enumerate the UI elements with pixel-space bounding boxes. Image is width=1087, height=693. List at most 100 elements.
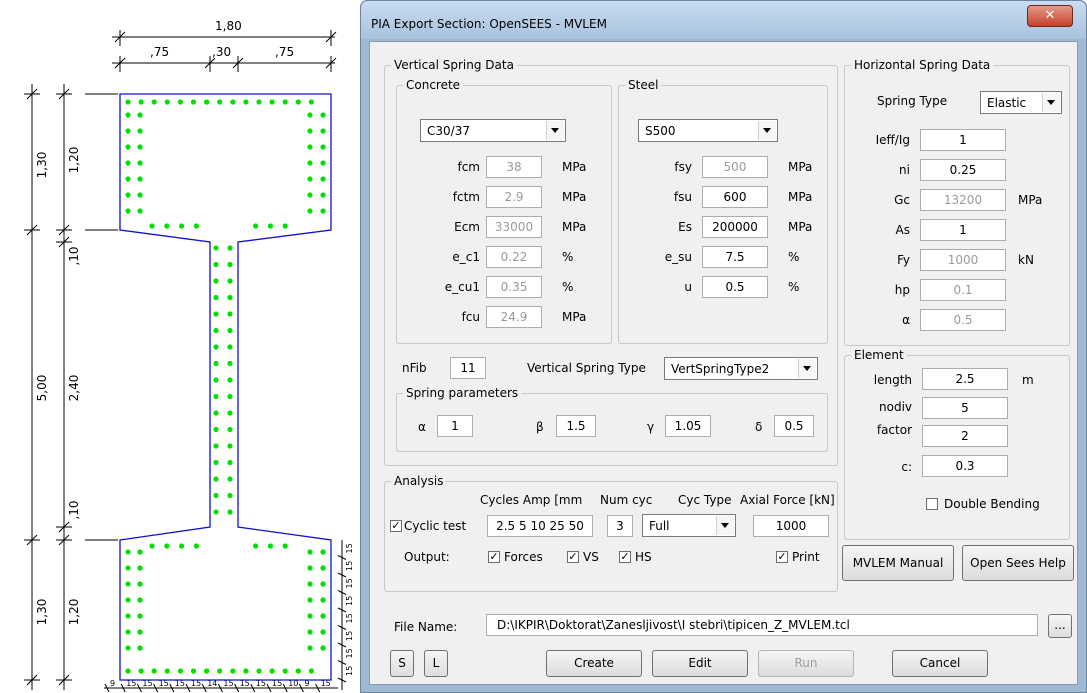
rebar-point	[307, 645, 313, 651]
concrete-rows-input[interactable]: 2.9	[486, 186, 542, 208]
beta-input[interactable]: 1.5	[556, 415, 596, 437]
file-name-input[interactable]: D:\IKPIR\Doktorat\Zanesljivost\I stebri\…	[486, 614, 1038, 636]
rebar-point	[137, 144, 143, 150]
concrete-rows-label: fctm	[452, 190, 480, 204]
rebar-point	[125, 192, 131, 198]
delta-input[interactable]: 0.5	[774, 415, 814, 437]
mvlem-manual-button[interactable]: MVLEM Manual	[842, 545, 954, 581]
close-button[interactable]: ✕	[1027, 5, 1073, 27]
alpha-input[interactable]: 1	[437, 415, 473, 437]
hor-rows-input[interactable]: 1000	[920, 249, 1006, 271]
forces-checkbox[interactable]: ✓	[488, 551, 500, 563]
print-checkbox[interactable]: ✓	[776, 551, 788, 563]
hor-rows-input[interactable]: 0.25	[920, 159, 1006, 181]
cancel-button[interactable]: Cancel	[892, 650, 988, 677]
length-unit: m	[1022, 373, 1034, 387]
rebar-point	[213, 344, 219, 350]
rebar-point	[243, 668, 249, 674]
rebar-point	[282, 668, 288, 674]
hor-rows-input[interactable]: 0.5	[920, 309, 1006, 331]
nfib-input[interactable]: 11	[450, 357, 486, 379]
c-input[interactable]: 0.3	[922, 455, 1008, 477]
run-button[interactable]: Run	[758, 650, 854, 677]
rebar-point	[125, 668, 131, 674]
concrete-rows-input[interactable]: 0.22	[486, 246, 542, 268]
browse-button[interactable]: ...	[1048, 614, 1072, 638]
opensees-help-button[interactable]: Open Sees Help	[962, 545, 1074, 581]
steel-rows-input[interactable]: 200000	[702, 216, 768, 238]
s-button[interactable]: S	[390, 650, 414, 677]
double-bending-checkbox[interactable]	[926, 498, 938, 510]
rebar-point	[308, 99, 314, 105]
rebar-point	[164, 543, 170, 549]
dim-left-bottom: 1,30	[35, 599, 49, 626]
vertical-spring-type-select[interactable]: VertSpringType2	[664, 357, 818, 380]
edit-button[interactable]: Edit	[652, 650, 748, 677]
vertical-spring-type-label: Vertical Spring Type	[527, 361, 646, 375]
rebar-point	[138, 99, 144, 105]
rebar-point	[295, 668, 301, 674]
dim-left-top: 1,30	[35, 152, 49, 179]
concrete-rows-input[interactable]: 38	[486, 156, 542, 178]
dim-top-total: 1,80	[215, 19, 242, 33]
hor-rows-input[interactable]: 0.1	[920, 279, 1006, 301]
rebar-point	[164, 99, 170, 105]
rebar-point	[320, 112, 326, 118]
dim-right-value: 15	[345, 631, 354, 641]
rebar-point	[213, 476, 219, 482]
cyclic-test-checkbox[interactable]: ✓	[390, 520, 402, 532]
steel-rows-input[interactable]: 500	[702, 156, 768, 178]
chevron-down-icon	[716, 516, 734, 535]
concrete-rows-unit: MPa	[562, 160, 587, 174]
concrete-rows-input[interactable]: 24.9	[486, 306, 542, 328]
length-input[interactable]: 2.5	[922, 368, 1008, 390]
hor-rows-input[interactable]: 1	[920, 219, 1006, 241]
concrete-group: Concrete	[396, 78, 612, 344]
l-button[interactable]: L	[424, 650, 448, 677]
concrete-rows-unit: MPa	[562, 220, 587, 234]
rebar-point	[307, 128, 313, 134]
steel-select[interactable]: S500	[638, 119, 778, 142]
rebar-point	[213, 377, 219, 383]
hor-rows-unit: MPa	[1018, 193, 1043, 207]
steel-rows-input[interactable]: 0.5	[702, 276, 768, 298]
hor-rows-input[interactable]: 13200	[920, 189, 1006, 211]
num-cyc-input[interactable]: 3	[607, 515, 633, 537]
rebar-point	[204, 668, 210, 674]
rebar-point	[269, 99, 275, 105]
spring-type-select[interactable]: Elastic	[980, 91, 1062, 114]
rebar-point	[227, 410, 233, 416]
concrete-rows-input[interactable]: 33000	[486, 216, 542, 238]
rebar-point	[213, 245, 219, 251]
steel-rows-input[interactable]: 600	[702, 186, 768, 208]
length-label: length	[873, 373, 912, 387]
cycles-amp-header: Cycles Amp [mm	[480, 493, 583, 507]
rebar-point	[307, 549, 313, 555]
dim-bottom-value: 9	[110, 679, 115, 688]
concrete-select[interactable]: C30/37	[420, 119, 566, 142]
rebar-point	[253, 223, 259, 229]
vs-checkbox[interactable]: ✓	[567, 551, 579, 563]
hs-checkbox[interactable]: ✓	[619, 551, 631, 563]
factor-input[interactable]: 2	[922, 425, 1008, 447]
vertical-spring-type-value: VertSpringType2	[671, 362, 770, 376]
rebar-point	[213, 492, 219, 499]
concrete-rows-input[interactable]: 0.35	[486, 276, 542, 298]
cyc-type-value: Full	[649, 519, 670, 533]
axial-force-input[interactable]: 1000	[753, 515, 829, 537]
export-dialog: PIA Export Section: OpenSEES - MVLEM ✕ V…	[360, 0, 1087, 693]
cycles-amp-input[interactable]: 2.5 5 10 25 50	[487, 515, 593, 537]
section-outline	[119, 93, 332, 681]
gamma-input[interactable]: 1.05	[665, 415, 711, 437]
nodiv-input[interactable]: 5	[922, 397, 1008, 419]
cyc-type-select[interactable]: Full	[642, 514, 736, 537]
close-icon: ✕	[1044, 8, 1056, 23]
hor-rows-input[interactable]: 1	[920, 129, 1006, 151]
dim-left-total: 5,00	[35, 375, 49, 402]
steel-rows-label: Es	[678, 220, 692, 234]
rebar-point	[307, 160, 313, 166]
steel-rows-input[interactable]: 7.5	[702, 246, 768, 268]
create-button[interactable]: Create	[546, 650, 642, 677]
rebar-point	[125, 99, 131, 105]
rebar-point	[164, 223, 170, 229]
